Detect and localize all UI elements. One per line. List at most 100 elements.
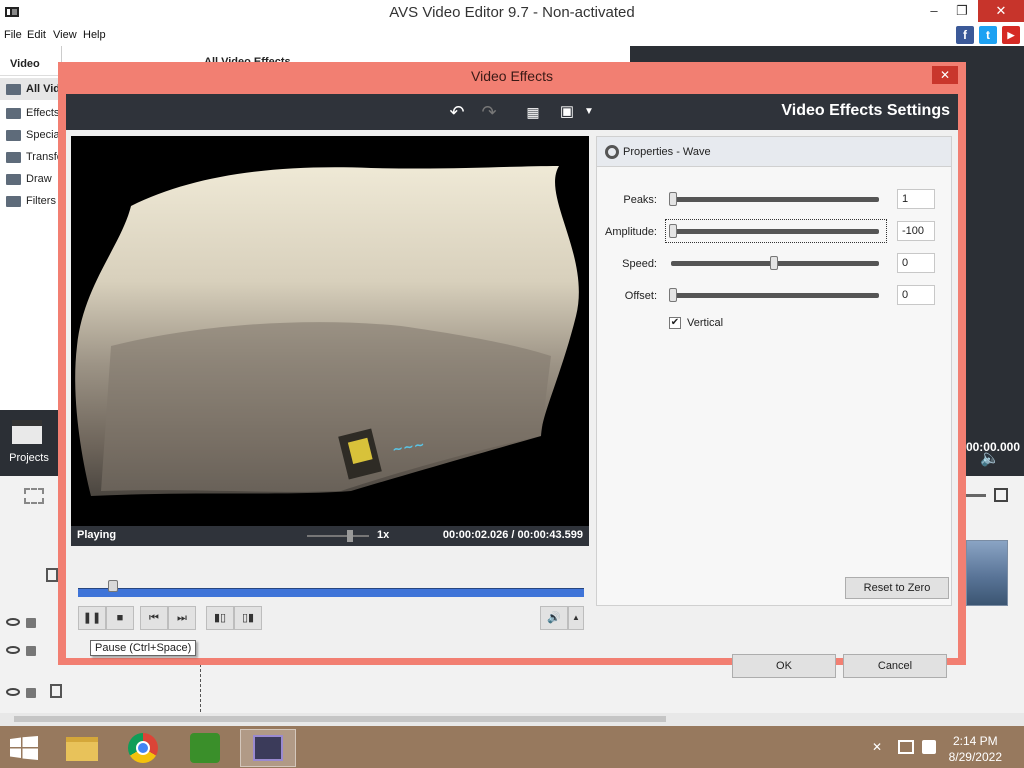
network-icon[interactable] [898,740,914,754]
storyboard-toggle-icon[interactable] [24,488,44,504]
dialog-body: ↶ ↷ ▦ ▣ ▼ Video Effects Settings ~~~ Pla… [66,94,958,678]
minimize-button[interactable]: – [920,0,948,22]
category-all[interactable]: All Video Effects [0,78,62,100]
timeline-clip-thumbnail[interactable] [966,540,1008,606]
amplitude-slider-knob[interactable] [669,224,677,238]
speed-label: Speed: [622,258,657,270]
next-frame-button[interactable]: ⏭ [168,606,196,630]
volume-menu-chevron-icon[interactable]: ▲ [568,606,584,630]
category-special[interactable]: Special [0,124,62,146]
category-transform[interactable]: Transform [0,146,62,168]
properties-header: Properties - Wave [597,137,951,167]
offset-slider[interactable] [671,293,879,298]
dialog-title: Video Effects [471,68,553,84]
playback-status-bar: Playing 1x 00:00:02.026 / 00:00:43.599 [71,526,589,546]
menu-bar: File Edit View Help [0,24,1024,46]
dialog-close-button[interactable]: ✕ [932,66,958,84]
redo-icon[interactable]: ↷ [478,102,500,122]
eye-icon[interactable] [6,618,20,626]
chevron-down-icon[interactable]: ▼ [578,102,600,122]
pause-tooltip: Pause (Ctrl+Space) [90,640,197,656]
split-view-right-button[interactable]: ▯▮ [234,606,262,630]
category-label: Draw [26,173,52,185]
previous-frame-button[interactable]: ⏮ [140,606,168,630]
time-readout: 00:00:02.026 / 00:00:43.599 [443,529,583,541]
stop-button[interactable]: ■ [106,606,134,630]
maximize-button[interactable]: ❐ [948,0,976,22]
split-view-left-button[interactable]: ▮▯ [206,606,234,630]
undo-icon[interactable]: ↶ [446,102,468,122]
amplitude-label: Amplitude: [605,226,657,238]
projects-label: Projects [9,452,49,464]
offset-input[interactable]: 0 [897,285,935,305]
ok-button[interactable]: OK [732,654,836,678]
timeline-cursor [200,664,201,712]
lock-icon[interactable] [26,646,36,656]
progress-knob[interactable] [108,580,119,592]
video-track-icon [46,568,58,582]
amplitude-slider[interactable] [671,229,879,234]
chrome-icon-center [136,741,150,755]
pause-button[interactable]: ❚❚ [78,606,106,630]
avs-editor-taskbar-button[interactable] [240,729,296,767]
folder-icon [6,174,21,185]
category-effects[interactable]: Effects [0,102,62,124]
properties-title: Properties - Wave [623,146,711,158]
settings-title: Video Effects Settings [781,102,950,119]
folder-icon [6,196,21,207]
menu-view[interactable]: View [53,29,77,41]
menu-help[interactable]: Help [83,29,106,41]
peaks-slider-knob[interactable] [669,192,677,206]
projects-button[interactable]: Projects [0,410,58,476]
eye-icon[interactable] [6,688,20,696]
lock-icon[interactable] [26,688,36,698]
clock-date: 8/29/2022 [948,750,1002,764]
grid-icon[interactable]: ▦ [522,102,544,122]
wave-effect-frame: ~~~ [75,166,579,496]
folder-icon [66,737,98,761]
properties-panel: Properties - Wave Peaks: 1 Amplitude: -1… [596,136,952,606]
menu-file[interactable]: File [4,29,22,41]
peaks-input[interactable]: 1 [897,189,935,209]
vertical-checkbox[interactable]: ✔ [669,317,681,329]
menu-edit[interactable]: Edit [27,29,46,41]
speed-slider[interactable] [307,535,369,537]
scrollbar-thumb[interactable] [14,716,666,722]
speed-slider-knob[interactable] [347,530,353,542]
folder-icon [6,152,21,163]
close-window-button[interactable]: ✕ [978,0,1024,22]
speaker-muted-icon[interactable]: ✕ [872,740,886,754]
time-separator: / [511,529,515,541]
volume-icon[interactable]: 🔈 [980,448,1000,468]
amplitude-input[interactable]: -100 [897,221,935,241]
facebook-icon[interactable]: f [956,26,974,44]
timeline-scrollbar[interactable] [0,713,1024,726]
system-clock[interactable]: 2:14 PM 8/29/2022 [949,733,1002,765]
playback-progress-bar[interactable] [78,588,584,597]
category-draw[interactable]: Draw [0,168,62,190]
peaks-slider[interactable] [671,197,879,202]
fit-timeline-icon[interactable] [994,488,1008,502]
game-taskbar-button[interactable] [178,729,234,767]
speed-slider-knob-prop[interactable] [770,256,778,270]
cancel-button[interactable]: Cancel [843,654,947,678]
offset-slider-knob[interactable] [669,288,677,302]
lock-icon[interactable] [26,618,36,628]
video-preview: ~~~ [71,136,589,526]
gear-icon [605,145,619,159]
volume-icon[interactable]: 🔊 [540,606,568,630]
file-explorer-taskbar-button[interactable] [54,729,110,767]
twitter-icon[interactable]: t [979,26,997,44]
speed-input[interactable]: 0 [897,253,935,273]
category-filters[interactable]: Filters [0,190,62,212]
clock-time: 2:14 PM [952,734,998,748]
reset-to-zero-button[interactable]: Reset to Zero [845,577,949,599]
playback-speed: 1x [377,529,390,541]
action-center-icon[interactable] [922,740,936,754]
eye-icon[interactable] [6,646,20,654]
chrome-taskbar-button[interactable] [116,729,172,767]
display-mode-icon[interactable]: ▣ [556,102,578,122]
current-time: 00:00:02.026 [442,529,509,541]
youtube-icon[interactable]: ▶ [1002,26,1020,44]
windows-start-icon[interactable] [10,736,38,760]
